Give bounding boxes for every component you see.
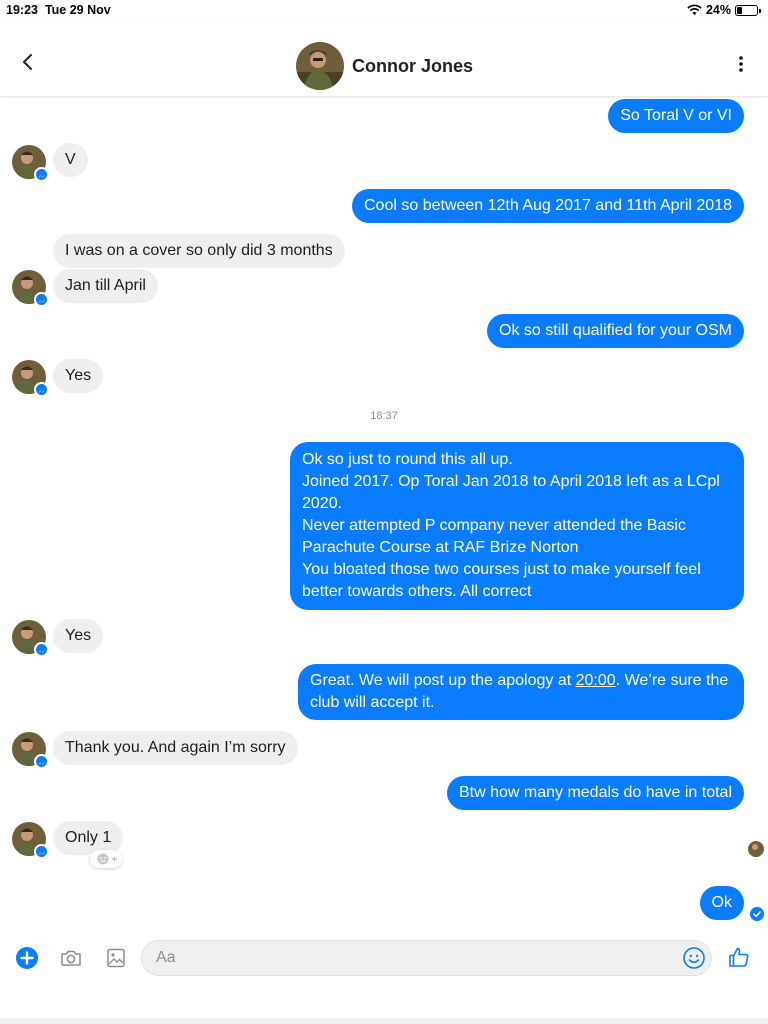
status-indicators: 24%	[687, 3, 761, 17]
status-bar: 19:23 Tue 29 Nov 24%	[0, 0, 768, 22]
message-composer: Aa	[0, 938, 768, 978]
wifi-icon	[687, 4, 702, 16]
delivered-check-icon	[750, 907, 764, 921]
contact-avatar[interactable]	[296, 42, 344, 90]
add-reaction-icon[interactable]	[90, 850, 122, 868]
contact-name[interactable]: Connor Jones	[352, 56, 473, 77]
message-bubble-out[interactable]: Btw how many medals do have in total	[446, 776, 744, 810]
photo-icon[interactable]	[104, 946, 128, 970]
message-bubble-out[interactable]: Great. We will post up the apology at 20…	[298, 664, 744, 720]
message-bubble-out[interactable]: Cool so between 12th Aug 2017 and 11th A…	[352, 189, 744, 223]
conversation-header: Connor Jones	[0, 22, 768, 96]
plus-icon[interactable]	[15, 946, 39, 970]
messenger-badge-icon	[34, 754, 49, 769]
message-timestamp: 18:37	[370, 410, 398, 422]
messenger-badge-icon	[34, 844, 49, 859]
sender-avatar[interactable]	[12, 620, 49, 657]
message-bubble-out[interactable]: Ok so still qualified for your OSM	[487, 314, 744, 348]
message-bubble-out[interactable]: Ok	[699, 886, 744, 920]
sender-avatar[interactable]	[12, 270, 49, 307]
message-line: Ok so just to round this all up.	[302, 451, 513, 468]
read-receipt-avatar	[748, 841, 764, 857]
messenger-badge-icon	[34, 292, 49, 307]
battery-percent: 24%	[705, 3, 731, 17]
messenger-badge-icon	[34, 167, 49, 182]
home-indicator-area	[0, 1018, 768, 1024]
message-bubble-in[interactable]: Yes	[53, 359, 104, 393]
message-text: Great. We will post up the apology at	[310, 672, 576, 689]
time-link[interactable]: 20:00	[576, 672, 616, 689]
message-bubble-out[interactable]: So Toral V or VI	[608, 99, 744, 133]
more-vertical-icon[interactable]	[738, 56, 744, 72]
status-time-date: 19:23 Tue 29 Nov	[6, 3, 111, 17]
emoji-icon[interactable]	[682, 946, 706, 970]
message-input[interactable]: Aa	[141, 940, 712, 976]
thumbs-up-icon[interactable]	[727, 945, 751, 969]
message-bubble-in[interactable]: I was on a cover so only did 3 months	[53, 234, 345, 268]
message-line: Joined 2017. Op Toral Jan 2018 to April …	[302, 473, 720, 512]
messenger-badge-icon	[34, 382, 49, 397]
message-bubble-in[interactable]: Yes	[53, 619, 104, 653]
message-bubble-in[interactable]: V	[53, 143, 88, 177]
camera-icon[interactable]	[59, 946, 83, 970]
message-line: You bloated those two courses just to ma…	[302, 561, 701, 600]
sender-avatar[interactable]	[12, 145, 49, 182]
sender-avatar[interactable]	[12, 360, 49, 397]
message-line: Never attempted P company never attended…	[302, 517, 686, 556]
back-chevron-icon[interactable]	[16, 50, 40, 74]
messenger-badge-icon	[34, 642, 49, 657]
battery-icon	[735, 4, 761, 16]
message-bubble-in[interactable]: Thank you. And again I’m sorry	[53, 731, 298, 765]
message-bubble-out[interactable]: Ok so just to round this all up. Joined …	[290, 442, 744, 610]
sender-avatar[interactable]	[12, 822, 49, 859]
message-bubble-in[interactable]: Jan till April	[53, 269, 158, 303]
sender-avatar[interactable]	[12, 732, 49, 769]
